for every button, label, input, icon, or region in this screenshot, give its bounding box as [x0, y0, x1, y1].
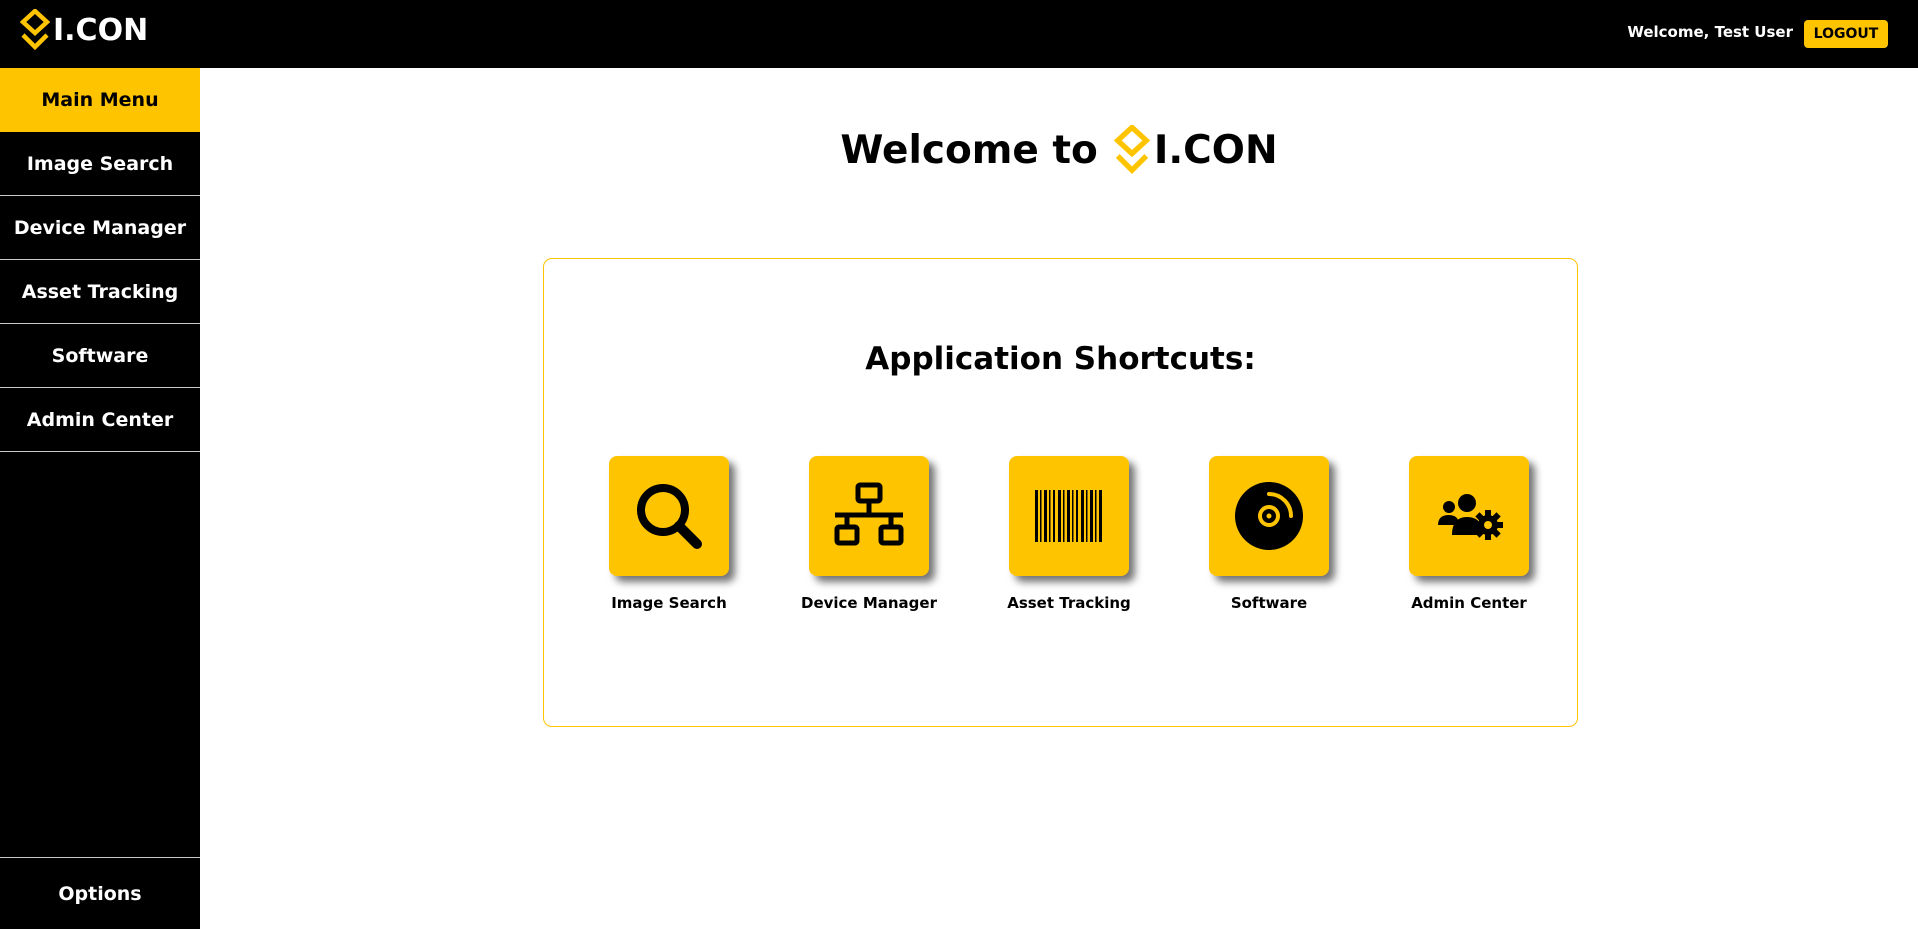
shortcut-tile[interactable]	[1009, 456, 1129, 576]
welcome-brand-name: I.CON	[1153, 127, 1278, 173]
sidebar-item-asset-tracking[interactable]: Asset Tracking	[0, 260, 200, 324]
brand-logo[interactable]: I.CON	[20, 9, 148, 51]
sidebar-item-image-search[interactable]: Image Search	[0, 132, 200, 196]
welcome-user-text: Welcome, Test User	[1627, 23, 1793, 41]
shortcut-image-search[interactable]: Image Search	[599, 456, 739, 612]
top-bar: I.CON Welcome, Test User LOGOUT	[0, 0, 1918, 68]
sidebar: Main Menu Image Search Device Manager As…	[0, 68, 200, 929]
shortcuts-row: Image Search Device Manager Asset Tracki…	[599, 456, 1539, 612]
shortcut-tile[interactable]	[809, 456, 929, 576]
shortcut-device-manager[interactable]: Device Manager	[799, 456, 939, 612]
diamond-logo-icon	[20, 9, 50, 51]
barcode-icon	[1035, 490, 1102, 542]
network-icon	[834, 482, 904, 546]
shortcut-tile[interactable]	[1209, 456, 1329, 576]
shortcut-label: Admin Center	[1411, 594, 1527, 612]
shortcut-asset-tracking[interactable]: Asset Tracking	[999, 456, 1139, 612]
brand-name: I.CON	[53, 12, 149, 48]
welcome-brand: I.CON	[1113, 125, 1278, 175]
sidebar-item-main-menu[interactable]: Main Menu	[0, 68, 200, 132]
welcome-heading-text: Welcome to	[840, 127, 1098, 173]
search-icon	[637, 484, 702, 549]
shortcut-label: Image Search	[611, 594, 727, 612]
disc-icon	[1235, 482, 1303, 550]
logout-button[interactable]: LOGOUT	[1804, 20, 1888, 48]
welcome-heading: Welcome to I.CON	[200, 125, 1918, 175]
shortcut-tile[interactable]	[1409, 456, 1529, 576]
sidebar-item-admin-center[interactable]: Admin Center	[0, 388, 200, 452]
sidebar-item-options[interactable]: Options	[0, 857, 200, 929]
shortcut-software[interactable]: Software	[1199, 456, 1339, 612]
panel-title: Application Shortcuts:	[865, 341, 1256, 377]
shortcut-label: Device Manager	[801, 594, 937, 612]
diamond-logo-icon	[1113, 125, 1150, 175]
shortcut-label: Asset Tracking	[1007, 594, 1131, 612]
sidebar-item-software[interactable]: Software	[0, 324, 200, 388]
shortcut-tile[interactable]	[609, 456, 729, 576]
shortcut-admin-center[interactable]: Admin Center	[1399, 456, 1539, 612]
shortcuts-panel: Application Shortcuts: Image Search Devi…	[543, 258, 1578, 727]
shortcut-label: Software	[1230, 594, 1308, 612]
sidebar-item-device-manager[interactable]: Device Manager	[0, 196, 200, 260]
users-gear-icon	[1438, 494, 1503, 540]
